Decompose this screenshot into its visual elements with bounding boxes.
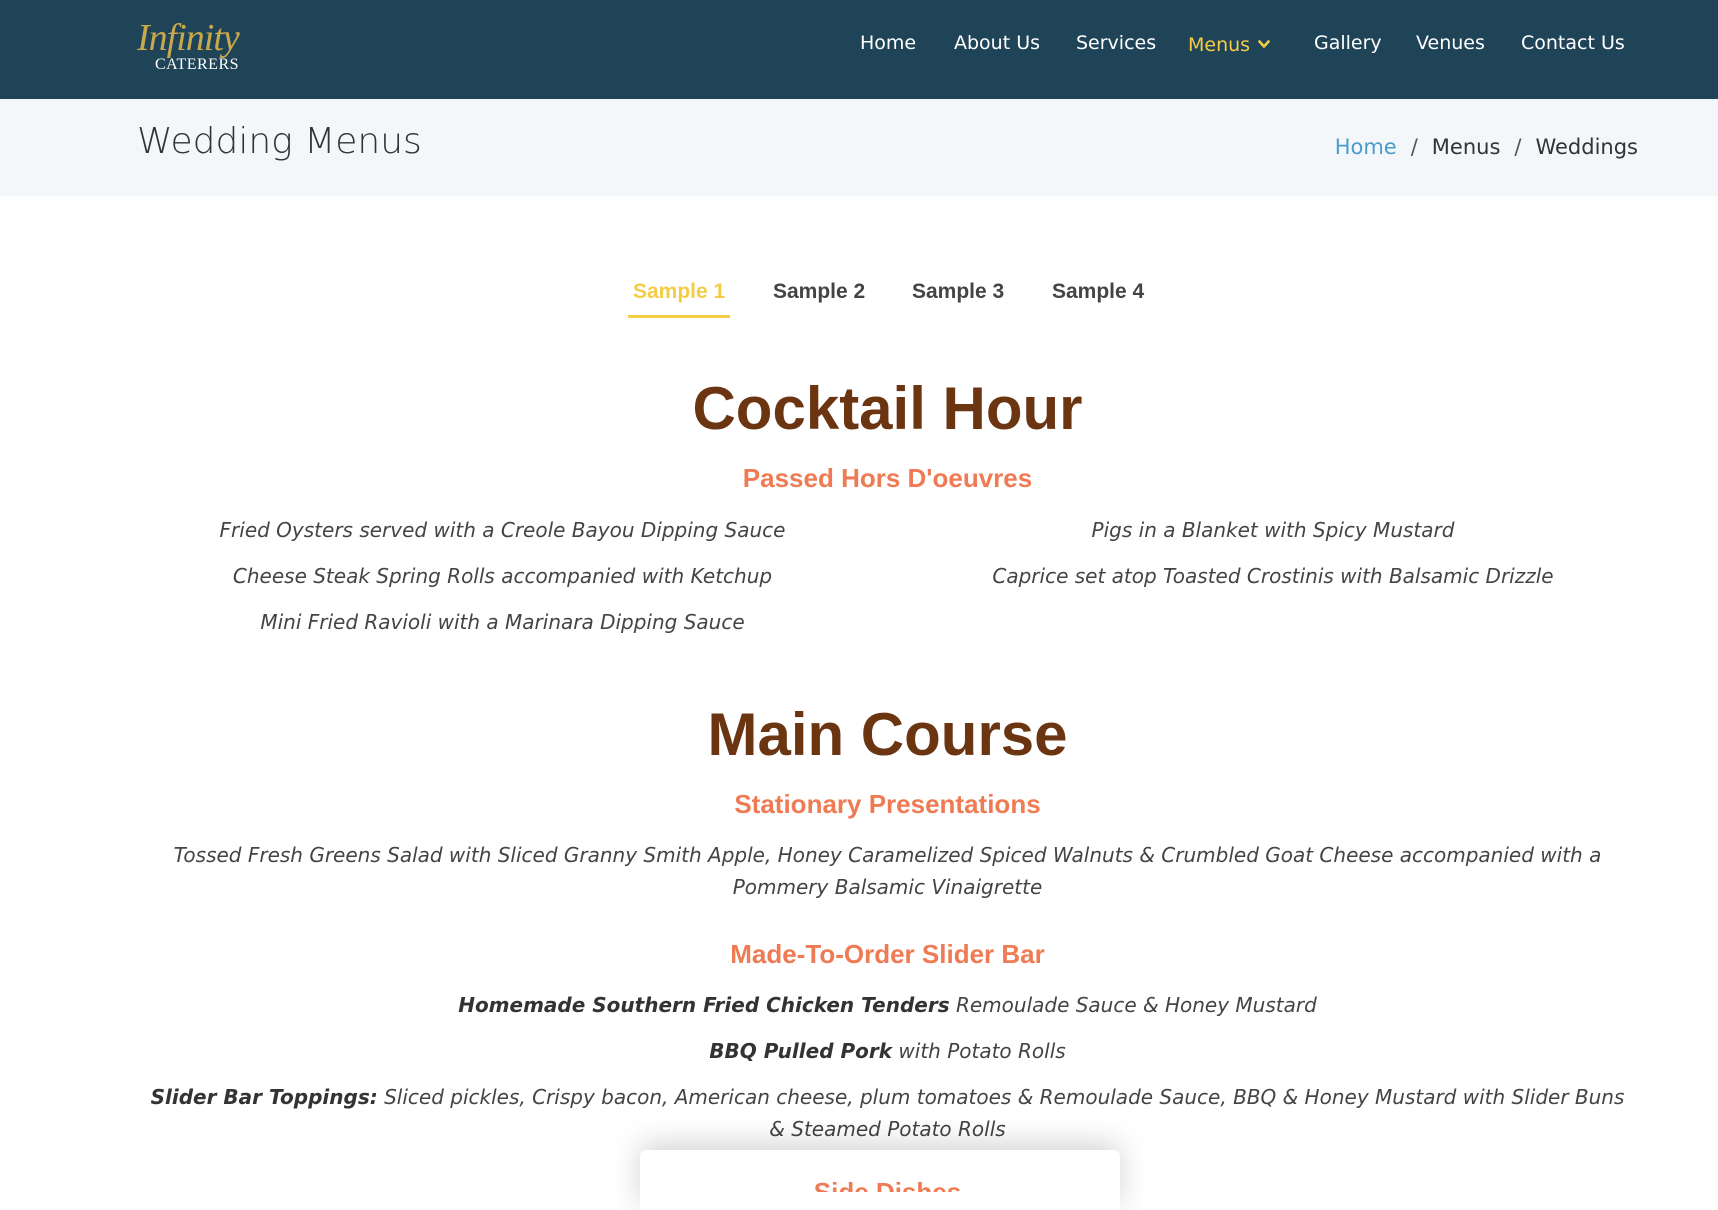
page-title: Wedding Menus [137,121,422,162]
nav-about-us[interactable]: About Us [954,32,1040,54]
nav-venues[interactable]: Venues [1416,32,1485,54]
breadcrumb-separator: / [1410,135,1418,159]
tab-sample-3[interactable]: Sample 3 [912,280,1004,304]
menu-item-detail: Remoulade Sauce & Honey Mustard [949,993,1317,1017]
breadcrumb: Home / Menus / Weddings [1335,135,1638,159]
nav-menus[interactable]: Menus [1188,32,1270,56]
active-tab-indicator [628,315,730,318]
sample-tabs: Sample 1 Sample 2 Sample 3 Sample 4 [0,280,1718,320]
menu-item: Mini Fried Ravioli with a Marinara Dippi… [260,610,745,634]
breadcrumb-separator: / [1514,135,1522,159]
section-title-main-course: Main Course [707,701,1068,768]
menu-item-detail: Sliced pickles, Crispy bacon, American c… [377,1085,1625,1141]
menu-item: BBQ Pulled Pork with Potato Rolls [140,1035,1635,1067]
nav-contact-us[interactable]: Contact Us [1521,32,1625,54]
menu-item: Pigs in a Blanket with Spicy Mustard [1091,518,1455,542]
menu-item: Fried Oysters served with a Creole Bayou… [219,518,786,542]
section-title-cocktail-hour: Cocktail Hour [692,375,1083,442]
subsection-title-passed-hors-doeuvres: Passed Hors D'oeuvres [742,463,1033,493]
menu-item: Cheese Steak Spring Rolls accompanied wi… [232,564,773,588]
breadcrumb-weddings: Weddings [1535,135,1638,159]
nav-gallery[interactable]: Gallery [1314,32,1382,54]
subsection-title-slider-bar: Made-To-Order Slider Bar [730,939,1045,969]
chevron-down-icon [1258,32,1270,54]
top-navbar: Infinity CATERERS Home About Us Services… [0,0,1718,99]
breadcrumb-home[interactable]: Home [1335,135,1397,159]
menu-item-name: Slider Bar Toppings: [150,1085,378,1109]
nav-menus-label: Menus [1188,34,1251,56]
subsection-title-side-dishes: Side Dishes [813,1177,962,1192]
tab-sample-4[interactable]: Sample 4 [1052,280,1144,304]
menu-item-name: BBQ Pulled Pork [709,1039,893,1063]
menu-item: Homemade Southern Fried Chicken Tenders … [140,989,1635,1021]
menu-item: Tossed Fresh Greens Salad with Sliced Gr… [173,843,1602,899]
menu-item: Slider Bar Toppings: Sliced pickles, Cri… [140,1081,1635,1145]
menu-item-name: Homemade Southern Fried Chicken Tenders [458,993,950,1017]
page-header: Wedding Menus Home / Menus / Weddings [0,99,1718,196]
subsection-title-stationary-presentations: Stationary Presentations [734,789,1041,819]
nav-services[interactable]: Services [1076,32,1156,54]
breadcrumb-menus: Menus [1431,135,1501,159]
nav-home[interactable]: Home [860,32,916,54]
menu-item-detail: with Potato Rolls [892,1039,1066,1063]
main-nav: Home About Us Services Menus Gallery Ven… [0,32,1718,62]
tab-sample-2[interactable]: Sample 2 [773,280,865,304]
tab-sample-1[interactable]: Sample 1 [633,280,725,304]
menu-item: Caprice set atop Toasted Crostinis with … [992,564,1554,588]
